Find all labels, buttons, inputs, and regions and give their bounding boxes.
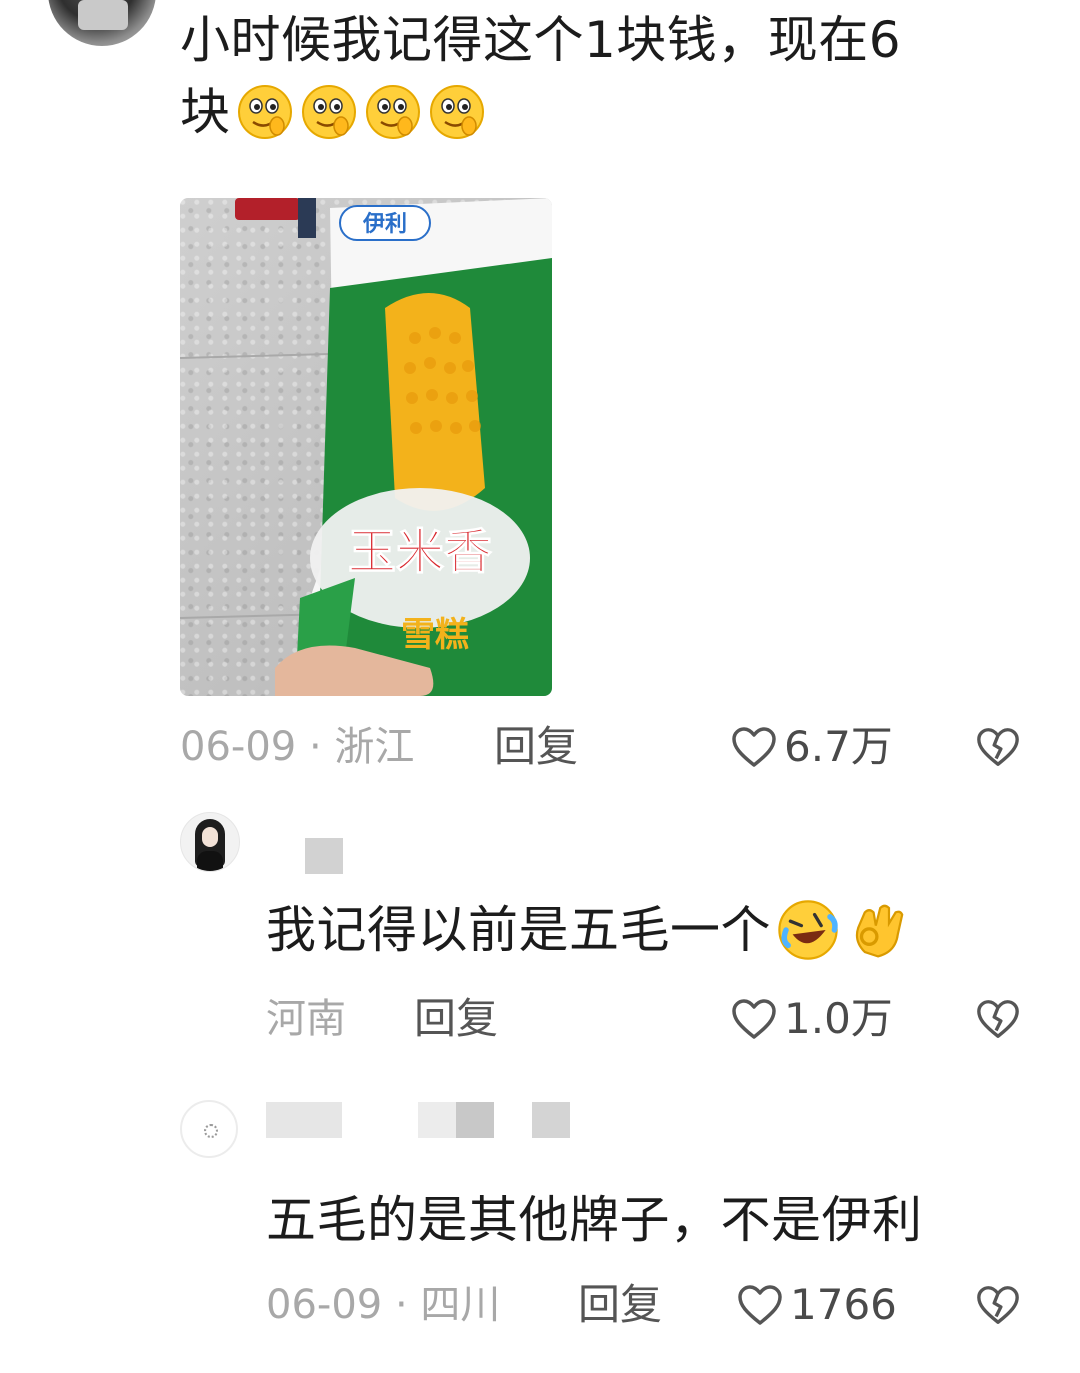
- heart-outline-icon: [732, 999, 776, 1039]
- reply-button[interactable]: 回复: [494, 722, 578, 772]
- reply-comment-text: 我记得以前是五毛一个: [266, 896, 911, 964]
- reply-text: 我记得以前是五毛一个: [266, 901, 771, 959]
- like-button[interactable]: 6.7万: [730, 722, 893, 772]
- like-button[interactable]: 1.0万: [730, 994, 893, 1044]
- broken-heart-icon[interactable]: [975, 724, 1021, 770]
- reply-region: 河南: [266, 996, 346, 1042]
- ice-cream-photo: 伊利 玉米香 雪糕: [180, 198, 552, 696]
- reply-comment-text: 五毛的是其他牌子，不是伊利: [266, 1186, 923, 1254]
- product-label: 玉米香: [348, 524, 492, 580]
- username-redacted: [456, 1102, 494, 1138]
- heart-outline-icon: [738, 1285, 782, 1325]
- brand-label: 伊利: [362, 211, 407, 237]
- reply-avatar[interactable]: [180, 1100, 238, 1158]
- reply-text: 五毛的是其他牌子，不是伊利: [266, 1191, 923, 1249]
- yummy-face-emoji: [365, 85, 420, 139]
- yummy-face-emoji: [429, 85, 484, 139]
- main-comment-line1: 小时候我记得这个1块钱，现在6: [180, 11, 902, 69]
- reply-button[interactable]: 回复: [414, 994, 498, 1044]
- like-count: 1.0万: [784, 994, 893, 1043]
- comment-region: 浙江: [334, 724, 415, 770]
- username-redacted: [418, 1102, 456, 1138]
- product-sub-label: 雪糕: [401, 615, 469, 655]
- reply-date: 06-09: [266, 1282, 383, 1328]
- broken-heart-icon[interactable]: [975, 1282, 1021, 1328]
- yummy-face-emoji: [237, 85, 292, 139]
- commenter-avatar[interactable]: [48, 0, 156, 46]
- ok-hand-emoji: [855, 904, 904, 958]
- main-comment-line2: 块: [180, 83, 231, 141]
- heart-outline-icon: [732, 727, 776, 767]
- rolling-laughing-emoji: [778, 900, 838, 960]
- main-comment-text: 小时候我记得这个1块钱，现在6 块: [180, 6, 1050, 146]
- username-redacted: [532, 1102, 570, 1138]
- meta-separator: ·: [382, 1282, 421, 1328]
- yummy-face-emoji: [301, 85, 356, 139]
- main-comment-meta: 06-09 · 浙江: [180, 722, 414, 772]
- reply-meta: 06-09 · 四川: [266, 1280, 500, 1330]
- comment-date: 06-09: [180, 724, 297, 770]
- like-count: 1766: [790, 1280, 897, 1329]
- meta-separator: ·: [296, 724, 335, 770]
- reply-region: 四川: [420, 1282, 501, 1328]
- username-redacted: [305, 838, 343, 874]
- like-count: 6.7万: [784, 722, 893, 771]
- reply-meta: 河南: [266, 994, 346, 1044]
- reply-avatar[interactable]: [180, 812, 240, 872]
- username-redacted: [266, 1102, 342, 1138]
- comment-photo[interactable]: 伊利 玉米香 雪糕: [180, 198, 552, 696]
- reply-button[interactable]: 回复: [578, 1280, 662, 1330]
- broken-heart-icon[interactable]: [975, 996, 1021, 1042]
- like-button[interactable]: 1766: [736, 1280, 897, 1330]
